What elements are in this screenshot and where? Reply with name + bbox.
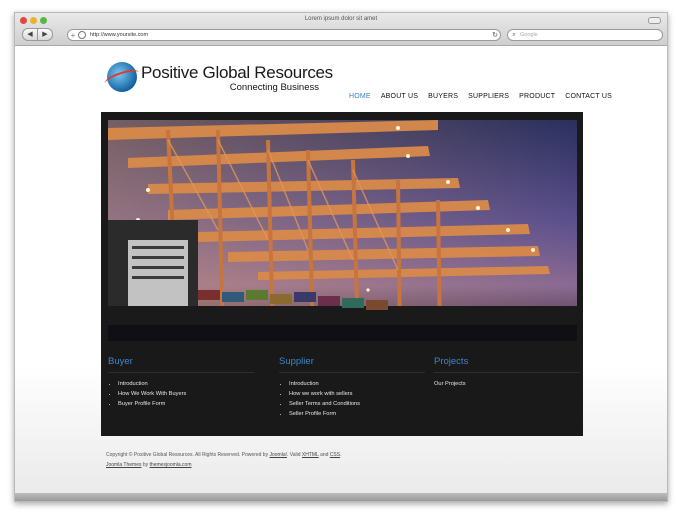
supplier-link-profile-form[interactable]: Seller Profile Form (289, 411, 425, 417)
logo-tagline: Connecting Business (229, 82, 319, 93)
footer-link-xhtml[interactable]: XHTML (302, 452, 319, 458)
buyer-link-introduction[interactable]: Introduction (118, 381, 254, 387)
supplier-column: Supplier Introduction How we work with s… (279, 356, 425, 421)
menu-item-product[interactable]: PRODUCT (519, 93, 555, 100)
menu-item-contact-us[interactable]: CONTACT US (565, 93, 612, 100)
menu-item-buyers[interactable]: BUYERS (428, 93, 458, 100)
nav-buttons: ◀ ▶ (22, 28, 53, 41)
supplier-heading: Supplier (279, 356, 425, 373)
toolbar-toggle-button[interactable] (648, 17, 661, 24)
menu-item-suppliers[interactable]: SUPPLIERS (468, 93, 509, 100)
footer-link-joomla[interactable]: Joomla! (269, 452, 287, 458)
buyer-links: Introduction How We Work With Buyers Buy… (108, 381, 254, 407)
search-icon: ⌕ (512, 31, 516, 38)
supplier-link-how-we-work[interactable]: How we work with sellers (289, 391, 425, 397)
footer-link-themesjoomla[interactable]: themesjoomla.com (150, 462, 192, 468)
window-bottom-bar (15, 493, 667, 501)
address-bar[interactable]: + http://www.yoursite.com ↻ (67, 29, 501, 41)
title-bar: Lorem ipsum dolor sit amet ◀ ▶ + http://… (15, 13, 667, 46)
menu-item-about-us[interactable]: ABOUT US (381, 93, 418, 100)
site-logo[interactable]: Positive Global Resources Connecting Bus… (103, 62, 333, 98)
reload-icon[interactable]: ↻ (490, 31, 500, 39)
footer-link-joomla-themes[interactable]: Joomla Themes (106, 462, 141, 468)
supplier-link-introduction[interactable]: Introduction (289, 381, 425, 387)
footer-valid: . Valid (287, 452, 301, 458)
footer-line-1: Copyright © Positive Global Resources. A… (106, 450, 341, 460)
projects-column: Projects Our Projects (434, 356, 580, 387)
footer-line-2: Joomla Themes by themesjoomla.com (106, 460, 341, 470)
back-button[interactable]: ◀ (22, 28, 38, 41)
site-icon (78, 31, 86, 39)
window-title: Lorem ipsum dolor sit amet (304, 16, 378, 22)
buyer-link-profile-form[interactable]: Buyer Profile Form (118, 401, 254, 407)
buyer-heading: Buyer (108, 356, 254, 373)
main-menu: HOME ABOUT US BUYERS SUPPLIERS PRODUCT C… (349, 93, 612, 100)
footer-and: and (320, 452, 329, 458)
add-bookmark-icon[interactable]: + (68, 31, 78, 40)
site-footer: Copyright © Positive Global Resources. A… (106, 450, 341, 470)
footer-period: . (340, 452, 342, 458)
port-cranes-image (108, 120, 577, 341)
search-placeholder: Google (520, 32, 538, 38)
projects-heading: Projects (434, 356, 580, 373)
page-content: Positive Global Resources Connecting Bus… (15, 46, 667, 501)
footer-by: by (142, 462, 149, 468)
main-panel: Buyer Introduction How We Work With Buye… (101, 112, 583, 436)
browser-window: Lorem ipsum dolor sit amet ◀ ▶ + http://… (14, 12, 668, 502)
footer-link-css[interactable]: CSS (330, 452, 340, 458)
buyer-link-how-we-work[interactable]: How We Work With Buyers (118, 391, 254, 397)
projects-link-our-projects[interactable]: Our Projects (434, 381, 580, 387)
url-text[interactable]: http://www.yoursite.com (90, 32, 490, 38)
menu-item-home[interactable]: HOME (349, 93, 371, 100)
forward-button[interactable]: ▶ (38, 28, 53, 41)
hero-image (108, 120, 577, 341)
logo-name: Positive Global Resources (141, 63, 333, 82)
search-field[interactable]: ⌕ Google (507, 29, 663, 41)
supplier-link-terms[interactable]: Seller Terms and Conditions (289, 401, 425, 407)
buyer-column: Buyer Introduction How We Work With Buye… (108, 356, 254, 411)
supplier-links: Introduction How we work with sellers Se… (279, 381, 425, 417)
footer-copyright: Copyright © Positive Global Resources. A… (106, 452, 269, 458)
